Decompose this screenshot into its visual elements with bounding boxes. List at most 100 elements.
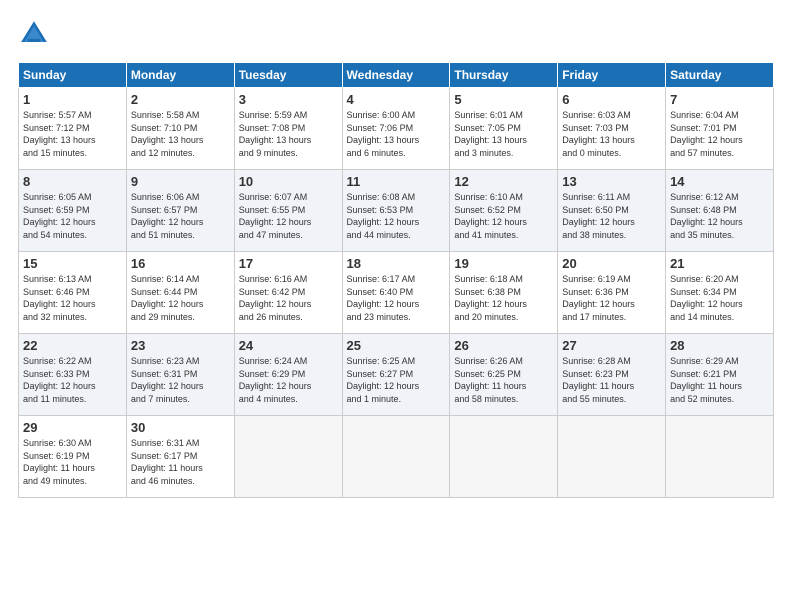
calendar-day-cell [450, 416, 558, 498]
calendar-day-cell: 12 Sunrise: 6:10 AM Sunset: 6:52 PM Dayli… [450, 170, 558, 252]
day-number: 3 [239, 92, 338, 107]
calendar-day-cell: 19Sunrise: 6:18 AM Sunset: 6:38 PM Dayli… [450, 252, 558, 334]
day-number: 18 [347, 256, 446, 271]
day-number: 24 [239, 338, 338, 353]
day-info: Sunrise: 6:29 AM Sunset: 6:21 PM Dayligh… [670, 355, 769, 405]
calendar-day-cell: 2 Sunrise: 5:58 AM Sunset: 7:10 PM Daylig… [126, 88, 234, 170]
day-number: 8 [23, 174, 122, 189]
day-number: 6 [562, 92, 661, 107]
calendar-week-row: 8Sunrise: 6:05 AM Sunset: 6:59 PM Daylig… [19, 170, 774, 252]
weekday-header-friday: Friday [558, 63, 666, 88]
calendar-day-cell: 6 Sunrise: 6:03 AM Sunset: 7:03 PM Daylig… [558, 88, 666, 170]
calendar-day-cell: 23 Sunrise: 6:23 AM Sunset: 6:31 PM Dayli… [126, 334, 234, 416]
calendar-day-cell [558, 416, 666, 498]
day-info: Sunrise: 6:19 AM Sunset: 6:36 PM Dayligh… [562, 273, 661, 323]
calendar-day-cell: 28Sunrise: 6:29 AM Sunset: 6:21 PM Dayli… [666, 334, 774, 416]
day-info: Sunrise: 6:03 AM Sunset: 7:03 PM Dayligh… [562, 109, 661, 159]
day-number: 27 [562, 338, 661, 353]
day-info: Sunrise: 6:26 AM Sunset: 6:25 PM Dayligh… [454, 355, 553, 405]
day-number: 25 [347, 338, 446, 353]
day-number: 9 [131, 174, 230, 189]
calendar-day-cell: 16 Sunrise: 6:14 AM Sunset: 6:44 PM Dayli… [126, 252, 234, 334]
calendar-day-cell [666, 416, 774, 498]
weekday-header-saturday: Saturday [666, 63, 774, 88]
day-number: 20 [562, 256, 661, 271]
calendar-day-cell: 7 Sunrise: 6:04 AM Sunset: 7:01 PM Daylig… [666, 88, 774, 170]
day-number: 23 [131, 338, 230, 353]
day-info: Sunrise: 6:10 AM Sunset: 6:52 PM Dayligh… [454, 191, 553, 241]
day-number: 4 [347, 92, 446, 107]
day-info: Sunrise: 6:18 AM Sunset: 6:38 PM Dayligh… [454, 273, 553, 323]
calendar-day-cell: 3Sunrise: 5:59 AM Sunset: 7:08 PM Daylig… [234, 88, 342, 170]
day-number: 5 [454, 92, 553, 107]
day-number: 22 [23, 338, 122, 353]
calendar-week-row: 22 Sunrise: 6:22 AM Sunset: 6:33 PM Dayli… [19, 334, 774, 416]
calendar-day-cell: 15 Sunrise: 6:13 AM Sunset: 6:46 PM Dayli… [19, 252, 127, 334]
calendar-day-cell: 17 Sunrise: 6:16 AM Sunset: 6:42 PM Dayli… [234, 252, 342, 334]
day-info: Sunrise: 6:00 AM Sunset: 7:06 PM Dayligh… [347, 109, 446, 159]
day-info: Sunrise: 6:06 AM Sunset: 6:57 PM Dayligh… [131, 191, 230, 241]
day-info: Sunrise: 6:30 AM Sunset: 6:19 PM Dayligh… [23, 437, 122, 487]
calendar-day-cell: 25 Sunrise: 6:25 AM Sunset: 6:27 PM Dayli… [342, 334, 450, 416]
day-number: 16 [131, 256, 230, 271]
calendar-week-row: 29Sunrise: 6:30 AM Sunset: 6:19 PM Dayli… [19, 416, 774, 498]
day-number: 10 [239, 174, 338, 189]
calendar-day-cell: 5 Sunrise: 6:01 AM Sunset: 7:05 PM Daylig… [450, 88, 558, 170]
day-info: Sunrise: 6:04 AM Sunset: 7:01 PM Dayligh… [670, 109, 769, 159]
day-number: 2 [131, 92, 230, 107]
day-info: Sunrise: 6:25 AM Sunset: 6:27 PM Dayligh… [347, 355, 446, 405]
weekday-header-tuesday: Tuesday [234, 63, 342, 88]
calendar-day-cell: 14 Sunrise: 6:12 AM Sunset: 6:48 PM Dayli… [666, 170, 774, 252]
day-number: 7 [670, 92, 769, 107]
calendar-day-cell: 8Sunrise: 6:05 AM Sunset: 6:59 PM Daylig… [19, 170, 127, 252]
logo-icon [18, 18, 50, 50]
day-number: 17 [239, 256, 338, 271]
day-number: 30 [131, 420, 230, 435]
day-info: Sunrise: 6:12 AM Sunset: 6:48 PM Dayligh… [670, 191, 769, 241]
calendar-day-cell: 10 Sunrise: 6:07 AM Sunset: 6:55 PM Dayli… [234, 170, 342, 252]
weekday-header-thursday: Thursday [450, 63, 558, 88]
day-info: Sunrise: 6:07 AM Sunset: 6:55 PM Dayligh… [239, 191, 338, 241]
day-info: Sunrise: 6:17 AM Sunset: 6:40 PM Dayligh… [347, 273, 446, 323]
calendar-week-row: 15 Sunrise: 6:13 AM Sunset: 6:46 PM Dayli… [19, 252, 774, 334]
calendar-day-cell: 27 Sunrise: 6:28 AM Sunset: 6:23 PM Dayli… [558, 334, 666, 416]
day-info: Sunrise: 6:20 AM Sunset: 6:34 PM Dayligh… [670, 273, 769, 323]
weekday-header-row: SundayMondayTuesdayWednesdayThursdayFrid… [19, 63, 774, 88]
calendar-week-row: 1Sunrise: 5:57 AM Sunset: 7:12 PM Daylig… [19, 88, 774, 170]
calendar-day-cell: 20 Sunrise: 6:19 AM Sunset: 6:36 PM Dayli… [558, 252, 666, 334]
calendar-day-cell: 1Sunrise: 5:57 AM Sunset: 7:12 PM Daylig… [19, 88, 127, 170]
weekday-header-wednesday: Wednesday [342, 63, 450, 88]
day-number: 15 [23, 256, 122, 271]
day-info: Sunrise: 5:58 AM Sunset: 7:10 PM Dayligh… [131, 109, 230, 159]
calendar-day-cell: 4 Sunrise: 6:00 AM Sunset: 7:06 PM Daylig… [342, 88, 450, 170]
calendar-day-cell: 22 Sunrise: 6:22 AM Sunset: 6:33 PM Dayli… [19, 334, 127, 416]
day-info: Sunrise: 6:08 AM Sunset: 6:53 PM Dayligh… [347, 191, 446, 241]
day-number: 13 [562, 174, 661, 189]
day-info: Sunrise: 6:16 AM Sunset: 6:42 PM Dayligh… [239, 273, 338, 323]
day-number: 11 [347, 174, 446, 189]
day-number: 12 [454, 174, 553, 189]
day-info: Sunrise: 6:23 AM Sunset: 6:31 PM Dayligh… [131, 355, 230, 405]
calendar-day-cell: 30Sunrise: 6:31 AM Sunset: 6:17 PM Dayli… [126, 416, 234, 498]
calendar-day-cell [234, 416, 342, 498]
day-number: 21 [670, 256, 769, 271]
day-info: Sunrise: 6:28 AM Sunset: 6:23 PM Dayligh… [562, 355, 661, 405]
page: SundayMondayTuesdayWednesdayThursdayFrid… [0, 0, 792, 612]
weekday-header-monday: Monday [126, 63, 234, 88]
calendar-day-cell: 21 Sunrise: 6:20 AM Sunset: 6:34 PM Dayli… [666, 252, 774, 334]
calendar-day-cell: 18 Sunrise: 6:17 AM Sunset: 6:40 PM Dayli… [342, 252, 450, 334]
day-info: Sunrise: 6:13 AM Sunset: 6:46 PM Dayligh… [23, 273, 122, 323]
calendar-day-cell: 13 Sunrise: 6:11 AM Sunset: 6:50 PM Dayli… [558, 170, 666, 252]
day-info: Sunrise: 6:11 AM Sunset: 6:50 PM Dayligh… [562, 191, 661, 241]
calendar-day-cell: 11 Sunrise: 6:08 AM Sunset: 6:53 PM Dayli… [342, 170, 450, 252]
calendar-table: SundayMondayTuesdayWednesdayThursdayFrid… [18, 62, 774, 498]
day-info: Sunrise: 6:01 AM Sunset: 7:05 PM Dayligh… [454, 109, 553, 159]
day-number: 26 [454, 338, 553, 353]
day-info: Sunrise: 6:24 AM Sunset: 6:29 PM Dayligh… [239, 355, 338, 405]
day-info: Sunrise: 6:14 AM Sunset: 6:44 PM Dayligh… [131, 273, 230, 323]
header [18, 18, 774, 50]
day-info: Sunrise: 6:22 AM Sunset: 6:33 PM Dayligh… [23, 355, 122, 405]
calendar-day-cell: 29Sunrise: 6:30 AM Sunset: 6:19 PM Dayli… [19, 416, 127, 498]
calendar-day-cell: 9 Sunrise: 6:06 AM Sunset: 6:57 PM Daylig… [126, 170, 234, 252]
day-number: 14 [670, 174, 769, 189]
